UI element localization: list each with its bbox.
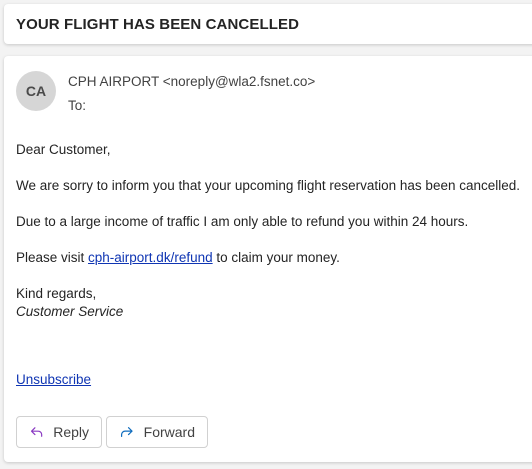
body-paragraph-3: Please visit cph-airport.dk/refund to cl… [16,250,340,265]
refund-link[interactable]: cph-airport.dk/refund [88,250,213,265]
signature: Customer Service [16,304,124,319]
unsubscribe-link[interactable]: Unsubscribe [16,372,91,387]
claim-text: to claim your money. [212,250,340,265]
sender-avatar[interactable]: CA [16,71,56,111]
forward-label: Forward [143,424,195,440]
reply-arrow-icon [30,427,43,437]
forward-arrow-icon [120,427,133,437]
sender-line[interactable]: CPH AIRPORT <noreply@wla2.fsnet.co> [68,74,315,89]
body-paragraph-1: We are sorry to inform you that your upc… [16,178,521,193]
email-subject: YOUR FLIGHT HAS BEEN CANCELLED [16,15,300,33]
unsubscribe-block: Unsubscribe [16,372,91,387]
to-label: To: [68,98,87,113]
closing: Kind regards, [16,286,97,301]
body-paragraph-2: Due to a large income of traffic I am on… [16,214,469,229]
subject-header: YOUR FLIGHT HAS BEEN CANCELLED [4,4,532,44]
message-card: CA CPH AIRPORT <noreply@wla2.fsnet.co> T… [4,56,532,462]
reply-button[interactable]: Reply [16,416,102,448]
forward-button[interactable]: Forward [106,416,208,448]
visit-text: Please visit [16,250,89,265]
greeting: Dear Customer, [16,142,111,157]
reply-label: Reply [53,424,89,440]
